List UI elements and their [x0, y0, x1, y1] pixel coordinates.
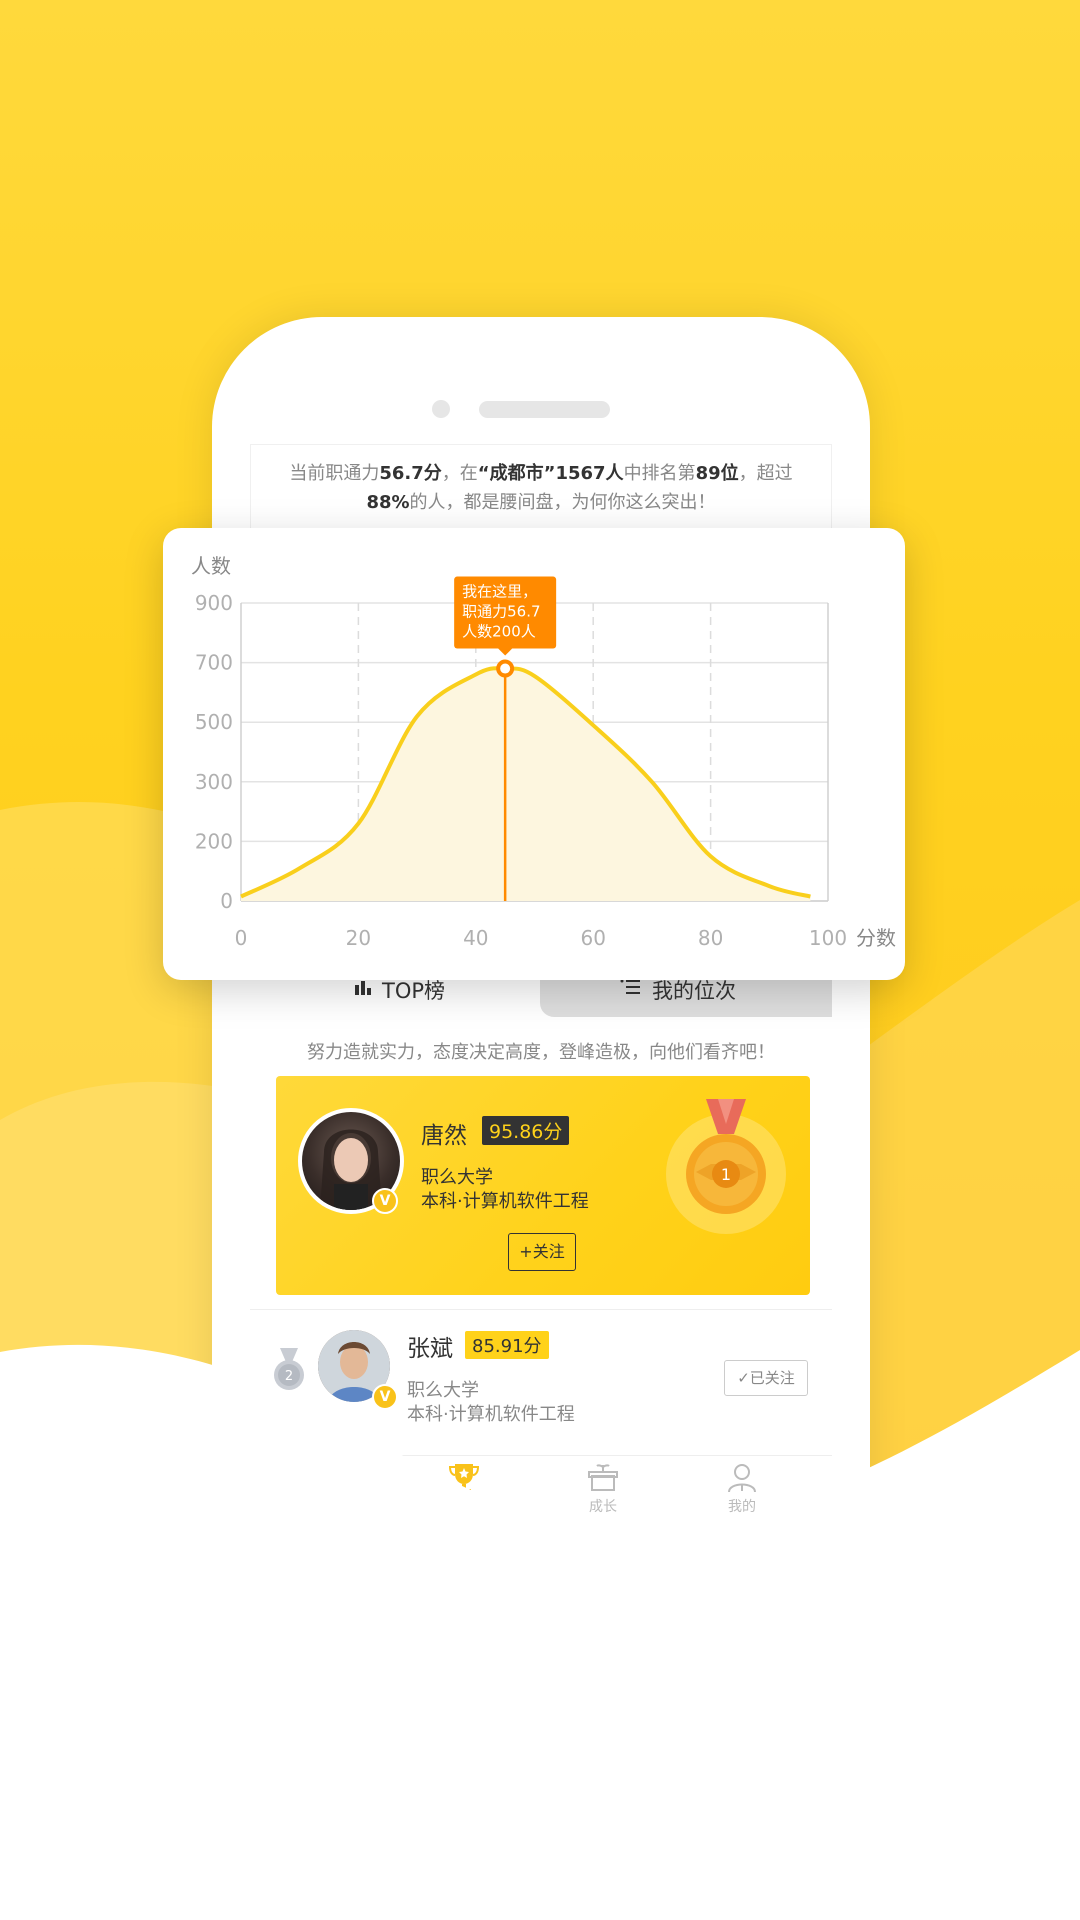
y-tick-label: 700	[195, 651, 233, 675]
x-tick-label: 0	[235, 926, 248, 950]
x-tick-label: 20	[346, 926, 371, 950]
x-tick-label: 40	[463, 926, 488, 950]
tooltip-text: 职通力56.7	[462, 603, 540, 621]
y-tick-label: 0	[220, 889, 233, 913]
y-tick-label: 300	[195, 770, 233, 794]
marker-point	[496, 659, 515, 678]
tooltip-text: 我在这里，	[462, 583, 537, 601]
y-axis-label: 人数	[191, 554, 231, 578]
x-tick-label: 100	[809, 926, 847, 950]
y-tick-label: 900	[195, 591, 233, 615]
tooltip-text: 人数200人	[462, 623, 536, 641]
distribution-chart: 0 200 300 500 700 900 0 20 40 60 80 100 人数分数 我在这里， 职通力…	[191, 554, 896, 950]
distribution-chart-card: 0 200 300 500 700 900 0 20 40 60 80 100 人数分数 我在这里， 职通力…	[163, 528, 905, 980]
x-tick-label: 80	[698, 926, 723, 950]
y-tick-label: 200	[195, 829, 233, 853]
y-tick-label: 500	[195, 710, 233, 734]
tooltip-arrow	[498, 648, 513, 656]
x-axis-label: 分数	[856, 926, 896, 950]
x-tick-label: 60	[580, 926, 605, 950]
